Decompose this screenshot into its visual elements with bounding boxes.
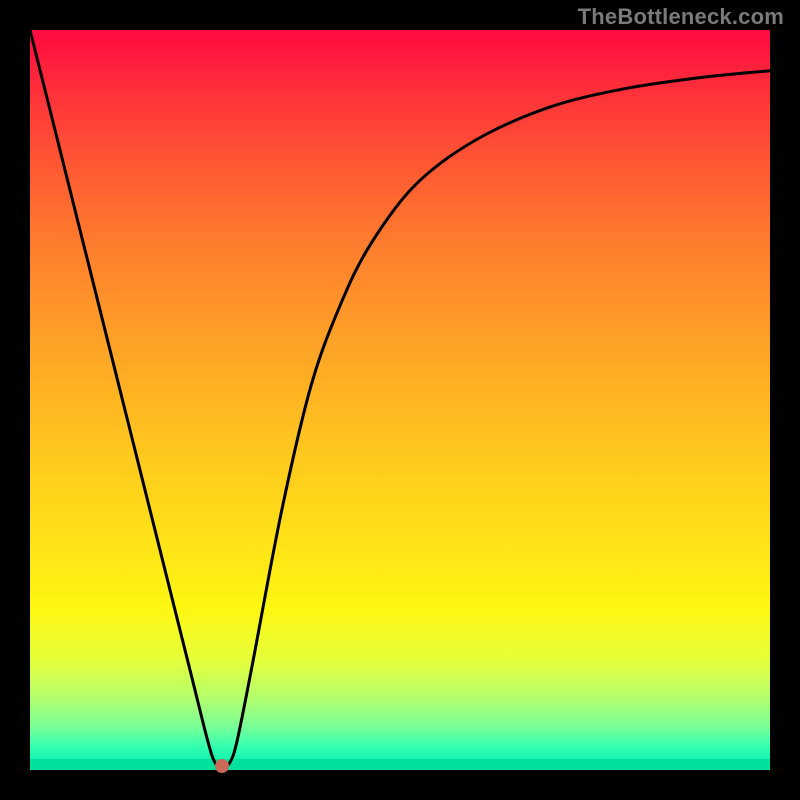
curve-path [30, 30, 770, 766]
plot-area [30, 30, 770, 770]
chart-frame: TheBottleneck.com [0, 0, 800, 800]
bottleneck-curve [30, 30, 770, 770]
watermark-text: TheBottleneck.com [578, 4, 784, 30]
minimum-marker-icon [215, 759, 229, 773]
